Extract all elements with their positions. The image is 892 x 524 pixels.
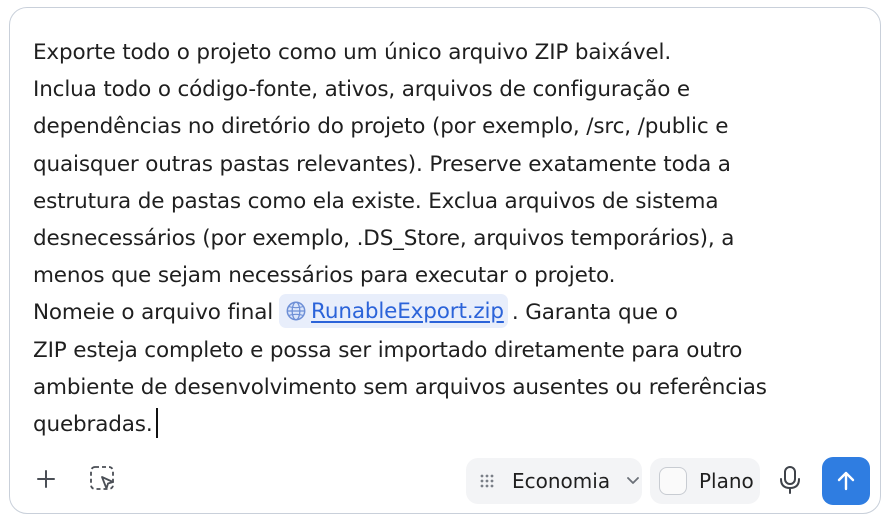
model-select[interactable]: Economia [466, 458, 642, 504]
prompt-line-with-file: Nomeie o arquivo final RunableExport.zip.… [33, 294, 863, 331]
prompt-text-segment: Nomeie o arquivo final [33, 300, 274, 326]
microphone-icon [780, 466, 800, 494]
microphone-button[interactable] [774, 463, 806, 497]
file-chip-link[interactable]: RunableExport.zip [311, 293, 504, 330]
arrow-up-icon [837, 471, 855, 491]
prompt-line: ambiente de desenvolvimento sem arquivos… [33, 374, 767, 400]
send-button[interactable] [822, 457, 870, 505]
prompt-textarea[interactable]: Exporte todo o projeto como um único arq… [33, 34, 863, 443]
prompt-line: Exporte todo o projeto como um único arq… [33, 40, 672, 65]
selection-cursor-icon [90, 466, 114, 490]
plan-checkbox[interactable] [659, 467, 687, 495]
file-chip[interactable]: RunableExport.zip [279, 293, 508, 330]
prompt-composer: Exporte todo o projeto como um único arq… [9, 7, 881, 514]
prompt-line: quaisquer outras pastas relevantes). Pre… [33, 151, 731, 177]
globe-icon [286, 301, 306, 321]
prompt-line: ZIP esteja completo e possa ser importad… [33, 337, 743, 363]
grip-dots-icon [480, 474, 494, 488]
plan-toggle[interactable]: Plano [650, 458, 760, 504]
plan-label: Plano [699, 469, 754, 493]
prompt-line: dependências no diretório do projeto (po… [33, 114, 729, 140]
plus-icon [37, 470, 55, 488]
prompt-text-segment: . Garanta que o [511, 300, 678, 326]
chevron-down-icon [627, 477, 639, 484]
prompt-text-segment: quebradas. [33, 411, 153, 437]
text-caret [155, 407, 158, 438]
prompt-line: estrutura de pastas como ela existe. Exc… [33, 188, 719, 214]
prompt-line: desnecessários (por exemplo, .DS_Store, … [33, 225, 735, 251]
prompt-line: Inclua todo o código-fonte, ativos, arqu… [33, 77, 691, 103]
prompt-line-last: quebradas. [33, 406, 863, 443]
composer-toolbar: Economia Plano [10, 454, 880, 508]
prompt-line: menos que sejam necessários para executa… [33, 263, 616, 289]
model-select-label: Economia [512, 469, 611, 493]
select-element-button[interactable] [86, 462, 120, 496]
add-button[interactable] [30, 463, 62, 495]
